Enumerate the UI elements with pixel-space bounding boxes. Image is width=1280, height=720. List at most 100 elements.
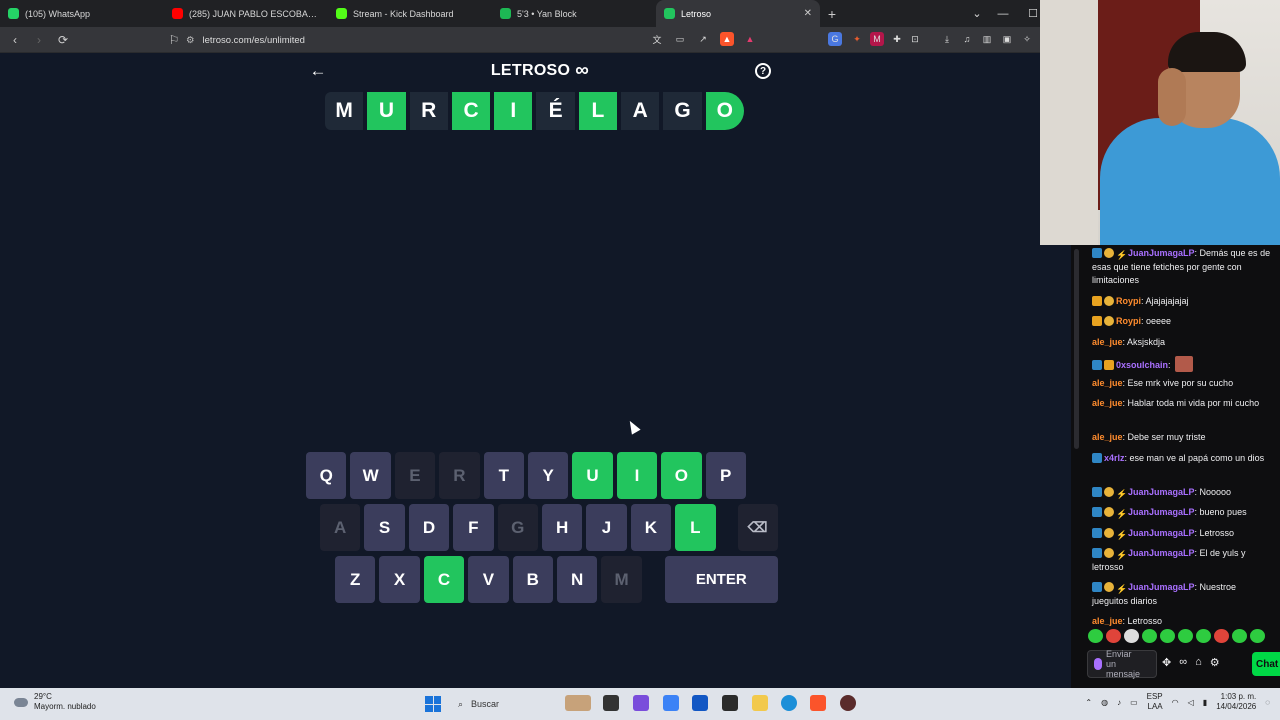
chat-username[interactable]: Roypi [1116, 296, 1141, 306]
chat-username[interactable]: JuanJumagaLP [1128, 548, 1195, 558]
bookmark-icon[interactable]: ⚐ [164, 30, 184, 50]
emote-picker-icon[interactable]: ✥ [1162, 656, 1171, 669]
brave-rewards-icon[interactable]: ▲ [743, 32, 757, 46]
app-icon[interactable] [633, 695, 649, 711]
key-t[interactable]: T [483, 452, 524, 499]
obs-icon[interactable] [840, 695, 856, 711]
key-h[interactable]: H [541, 504, 583, 551]
chat-username[interactable]: JuanJumagaLP [1128, 507, 1195, 517]
key-i[interactable]: I [616, 452, 658, 499]
close-tab-icon[interactable]: ✕ [804, 8, 812, 19]
key-w[interactable]: W [350, 452, 391, 499]
key-l[interactable]: L [675, 504, 716, 551]
key-e[interactable]: E [394, 452, 436, 499]
key-v[interactable]: V [468, 556, 509, 603]
key-o[interactable]: O [661, 452, 702, 499]
key-u[interactable]: U [572, 452, 613, 499]
power-icon[interactable]: ▮ [1203, 698, 1207, 707]
emote-icon[interactable] [1232, 629, 1247, 643]
chat-username[interactable]: JuanJumagaLP [1128, 582, 1195, 592]
volume-icon[interactable]: ◁ [1188, 698, 1194, 707]
screenshot-icon[interactable]: ⊡ [908, 32, 922, 46]
key-j[interactable]: J [586, 504, 627, 551]
key-g[interactable]: G [497, 504, 538, 551]
key-b[interactable]: B [512, 556, 553, 603]
wallet-icon[interactable]: ▣ [1000, 32, 1014, 46]
cast-icon[interactable]: ▭ [673, 32, 687, 46]
browser-tab[interactable]: Stream - Kick Dashboard [328, 0, 492, 27]
store-app-icon[interactable] [692, 695, 708, 711]
key-x[interactable]: X [379, 556, 420, 603]
extension-fox-icon[interactable]: ✦ [850, 32, 864, 46]
brave-shields-icon[interactable]: ▲ [720, 32, 734, 46]
emote-icon[interactable] [1142, 629, 1157, 643]
file-explorer-icon[interactable] [752, 695, 768, 711]
backspace-icon[interactable]: ⌫ [737, 504, 778, 551]
back-arrow-icon[interactable]: ← [308, 61, 328, 81]
browser-tab[interactable]: 5'3 • Yan Block [492, 0, 656, 27]
key-r[interactable]: R [439, 452, 480, 499]
wifi-icon[interactable]: ◠ [1172, 698, 1179, 707]
chat-scrollbar[interactable] [1071, 245, 1082, 688]
chat-username[interactable]: ale_jue [1092, 432, 1123, 442]
key-s[interactable]: S [364, 504, 405, 551]
chat-username[interactable]: JuanJumagaLP [1128, 248, 1195, 258]
mic-tray-icon[interactable]: ♪ [1117, 698, 1121, 707]
store-icon[interactable]: ⌂ [1195, 656, 1202, 669]
search-highlight-icon[interactable] [565, 695, 591, 711]
key-a[interactable]: A [320, 504, 361, 551]
edge-icon[interactable] [781, 695, 797, 711]
minimize-button[interactable]: — [988, 0, 1018, 27]
reload-button[interactable]: ⟳ [53, 30, 73, 50]
task-view-icon[interactable] [603, 695, 619, 711]
emote-icon[interactable] [1124, 629, 1139, 643]
infinity-tool-icon[interactable]: ∞ [1179, 656, 1187, 669]
sidebar-icon[interactable]: ▥ [980, 32, 994, 46]
microphone-icon[interactable] [1094, 658, 1102, 670]
leo-ai-icon[interactable]: ✧ [1020, 32, 1034, 46]
weather-widget[interactable]: 29°C Mayorm. nublado [14, 692, 96, 712]
key-z[interactable]: Z [335, 556, 376, 603]
key-m[interactable]: M [601, 556, 642, 603]
chat-username[interactable]: Roypi [1116, 316, 1141, 326]
chat-username[interactable]: ale_jue [1092, 398, 1123, 408]
chat-username[interactable]: x4rlz [1104, 453, 1125, 463]
media-icon[interactable]: ♫ [960, 32, 974, 46]
share-icon[interactable]: ↗ [696, 32, 710, 46]
extensions-puzzle-icon[interactable]: ✚ [890, 32, 904, 46]
notifications-icon[interactable]: ◌ [1265, 698, 1270, 707]
chat-username[interactable]: JuanJumagaLP [1128, 487, 1195, 497]
chat-message-input[interactable]: Enviar un mensaje [1087, 649, 1157, 679]
chat-username[interactable]: ale_jue [1092, 378, 1123, 388]
terminal-icon[interactable] [722, 695, 738, 711]
browser-tab[interactable]: (285) JUAN PABLO ESCOBAR: "Mi pa [164, 0, 328, 27]
emote-icon[interactable] [1178, 629, 1193, 643]
key-f[interactable]: F [453, 504, 494, 551]
extension-translate-icon[interactable]: G [828, 32, 842, 46]
emote-icon[interactable] [1160, 629, 1175, 643]
key-q[interactable]: Q [306, 452, 347, 499]
network-tray-icon[interactable]: ◍ [1101, 698, 1108, 707]
forward-button[interactable]: › [29, 30, 49, 50]
language-indicator[interactable]: ESP LAA [1147, 692, 1163, 712]
chat-username[interactable]: ale_jue [1092, 616, 1123, 626]
emote-icon[interactable] [1196, 629, 1211, 643]
chat-settings-icon[interactable]: ⚙ [1210, 656, 1220, 669]
emote-icon[interactable] [1250, 629, 1265, 643]
browser-tab[interactable]: Letroso ✕ [656, 0, 820, 27]
brave-icon[interactable] [810, 695, 826, 711]
browser-tab[interactable]: (105) WhatsApp [0, 0, 164, 27]
chat-username[interactable]: ale_jue [1092, 337, 1123, 347]
translate-icon[interactable]: 文 [650, 32, 664, 46]
chat-send-button[interactable]: Chat [1252, 652, 1280, 676]
key-k[interactable]: K [630, 504, 672, 551]
back-button[interactable]: ‹ [5, 30, 25, 50]
download-icon[interactable]: ⤓ [940, 32, 954, 46]
key-y[interactable]: Y [527, 452, 569, 499]
battery-tray-icon[interactable]: ▭ [1130, 698, 1138, 707]
windows-start-icon[interactable] [425, 696, 441, 712]
emote-icon[interactable] [1088, 629, 1103, 643]
key-n[interactable]: N [556, 556, 598, 603]
emote-icon[interactable] [1214, 629, 1229, 643]
key-d[interactable]: D [408, 504, 450, 551]
